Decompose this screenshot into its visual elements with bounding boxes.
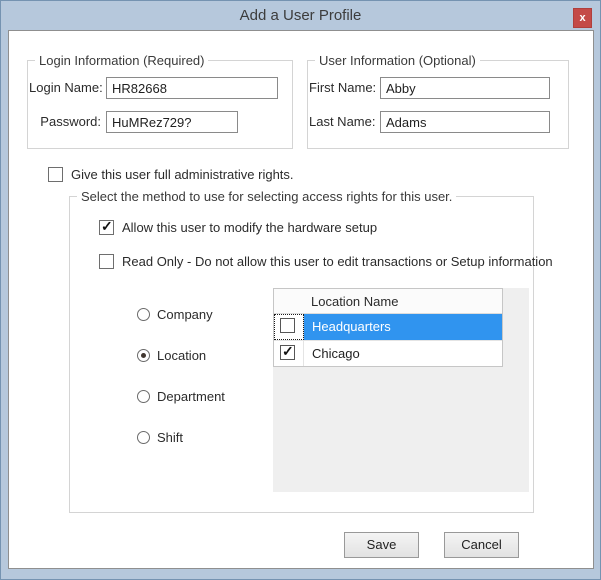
access-group-legend: Select the method to use for selecting a… [81, 189, 453, 204]
row-location-name[interactable]: Chicago [304, 341, 360, 366]
close-button[interactable]: x [573, 8, 592, 28]
grid-header-location-name: Location Name [311, 294, 399, 309]
hardware-setup-label[interactable]: Allow this user to modify the hardware s… [122, 220, 377, 235]
radio-location-label[interactable]: Location [157, 349, 206, 362]
password-input[interactable] [106, 111, 238, 133]
chicago-checkbox[interactable]: ✓ [280, 343, 295, 360]
row-checkbox-cell [274, 314, 304, 340]
dialog-content: Login Information (Required) Login Name:… [8, 30, 594, 569]
radio-company-label[interactable]: Company [157, 308, 213, 321]
dialog-title: Add a User Profile [239, 7, 362, 24]
radio-department[interactable] [137, 390, 150, 403]
table-row-chicago[interactable]: ✓ Chicago [274, 340, 502, 366]
close-icon: x [579, 12, 586, 24]
cancel-button[interactable]: Cancel [444, 532, 519, 558]
save-button[interactable]: Save [344, 532, 419, 558]
checkmark-icon: ✓ [282, 343, 294, 359]
login-name-label: Login Name: [29, 80, 103, 95]
readonly-checkbox[interactable] [99, 254, 114, 269]
first-name-input[interactable] [380, 77, 550, 99]
radio-shift-label[interactable]: Shift [157, 431, 183, 444]
password-label: Password: [40, 114, 101, 129]
table-row-headquarters[interactable]: Headquarters [274, 314, 502, 340]
login-name-input[interactable] [106, 77, 278, 99]
grid-header-row: Location Name [274, 289, 502, 314]
last-name-label: Last Name: [309, 114, 376, 129]
user-group: User Information (Optional) [307, 53, 569, 149]
title-bar[interactable]: Add a User Profile [1, 1, 600, 31]
user-group-legend: User Information (Optional) [319, 53, 476, 68]
login-group: Login Information (Required) [27, 53, 293, 149]
admin-rights-label[interactable]: Give this user full administrative right… [71, 167, 294, 182]
location-list: Location Name Headquarters ✓ Chicago [273, 288, 529, 492]
row-location-name[interactable]: Headquarters [304, 314, 391, 340]
list-empty-area [273, 366, 529, 492]
radio-location[interactable] [137, 349, 150, 362]
row-checkbox-cell: ✓ [274, 341, 304, 366]
checkmark-icon: ✓ [101, 218, 113, 234]
hardware-setup-checkbox[interactable]: ✓ [99, 218, 114, 235]
last-name-input[interactable] [380, 111, 550, 133]
radio-department-label[interactable]: Department [157, 390, 225, 403]
headquarters-checkbox[interactable] [280, 318, 295, 333]
radio-shift[interactable] [137, 431, 150, 444]
radio-company[interactable] [137, 308, 150, 321]
admin-rights-checkbox[interactable] [48, 167, 63, 182]
first-name-label: First Name: [309, 80, 377, 95]
dialog-window: Add a User Profile x Login Information (… [0, 0, 601, 580]
readonly-label[interactable]: Read Only - Do not allow this user to ed… [122, 254, 553, 269]
login-group-legend: Login Information (Required) [39, 53, 205, 68]
location-grid: Location Name Headquarters ✓ Chicago [273, 288, 503, 367]
